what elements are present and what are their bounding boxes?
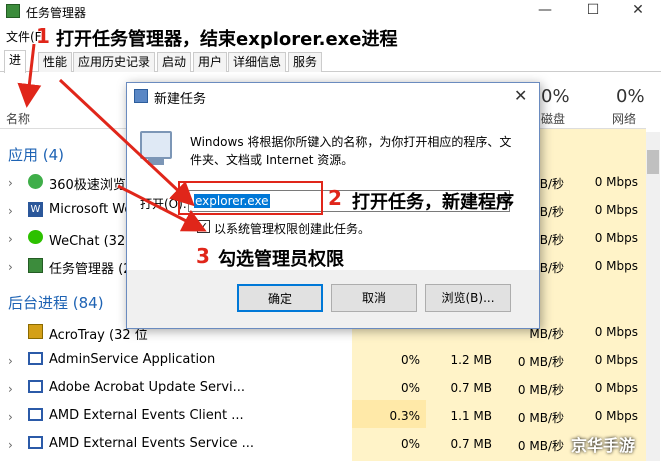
dialog-title: 新建任务 (154, 92, 207, 107)
expand-chevron-icon[interactable]: › (8, 382, 13, 396)
section-background[interactable]: 后台进程 (84) (8, 292, 104, 313)
process-row-name[interactable]: Adobe Acrobat Update Servi... (49, 380, 245, 395)
expand-chevron-icon[interactable]: › (8, 232, 13, 246)
section-apps[interactable]: 应用 (4) (8, 144, 64, 165)
expand-chevron-icon[interactable]: › (8, 204, 13, 218)
expand-chevron-icon[interactable]: › (8, 438, 13, 452)
annotation-step2: 打开任务，新建程序 (352, 192, 514, 213)
column-network-percent[interactable]: 0% (616, 86, 645, 107)
tab-users[interactable]: 用户 (193, 52, 228, 72)
cpu-value: 0% (400, 381, 420, 395)
memory-value: 0.7 MB (450, 381, 492, 395)
tab-details[interactable]: 详细信息 (228, 52, 287, 72)
highlight-box (178, 181, 323, 215)
annotation-step1-number: 1 (36, 24, 50, 48)
expand-chevron-icon[interactable]: › (8, 410, 13, 424)
memory-value: 0.7 MB (450, 437, 492, 451)
tab-performance[interactable]: 性能 (38, 52, 73, 72)
scrollbar-thumb[interactable] (647, 150, 659, 174)
expand-chevron-icon[interactable]: › (8, 260, 13, 274)
computer-stand-icon (148, 159, 164, 165)
expand-chevron-icon[interactable]: › (8, 176, 13, 190)
column-name[interactable]: 名称 (6, 110, 30, 127)
process-row-name[interactable]: AMD External Events Client ... (49, 408, 244, 423)
process-row-name[interactable]: AdminService Application (49, 352, 215, 367)
disk-value: 0 MB/秒 (517, 355, 564, 369)
cancel-button[interactable]: 取消 (331, 284, 417, 312)
network-value: 0 Mbps (594, 231, 638, 245)
scrollbar[interactable] (646, 132, 660, 461)
wechat-icon (28, 230, 43, 244)
annotation-step3: 勾选管理员权限 (218, 249, 344, 270)
disk-value: 0 MB/秒 (517, 411, 564, 425)
close-button[interactable]: ✕ (615, 0, 661, 22)
column-network[interactable]: 网络 (612, 110, 636, 127)
360-browser-icon (28, 174, 43, 189)
maximize-button[interactable]: ☐ (570, 0, 616, 22)
task-manager-icon (28, 258, 43, 273)
run-icon (134, 89, 148, 103)
service-icon (28, 352, 43, 365)
browse-button[interactable]: 浏览(B)... (425, 284, 511, 312)
network-value: 0 Mbps (594, 175, 638, 189)
app-row-name[interactable]: Microsoft Wo (49, 202, 132, 217)
tab-processes[interactable]: 进 (4, 50, 27, 73)
memory-value: 1.1 MB (450, 409, 492, 423)
watermark: 京华手游 (571, 436, 636, 455)
cpu-value: 0% (400, 353, 420, 367)
service-icon (28, 408, 43, 421)
column-disk-percent[interactable]: 0% (541, 86, 570, 107)
service-icon (28, 380, 43, 393)
computer-icon (140, 131, 172, 159)
expand-chevron-icon[interactable]: › (8, 354, 13, 368)
annotation-step2-number: 2 (328, 186, 342, 210)
admin-checkbox[interactable]: ✓ (197, 220, 210, 233)
acrotray-icon (28, 324, 43, 339)
network-value: 0 Mbps (594, 353, 638, 367)
word-icon: W (28, 202, 43, 217)
disk-value: 0 MB/秒 (517, 383, 564, 397)
service-icon (28, 436, 43, 449)
network-value: 0 Mbps (594, 203, 638, 217)
tab-app-history[interactable]: 应用历史记录 (73, 52, 156, 72)
app-row-name[interactable]: 任务管理器 (2) (49, 258, 137, 277)
network-value: 0 Mbps (594, 325, 638, 339)
annotation-step3-number: 3 (196, 244, 210, 268)
memory-value: 1.2 MB (450, 353, 492, 367)
dialog-close-button[interactable]: ✕ (514, 86, 527, 105)
column-disk[interactable]: 磁盘 (541, 110, 565, 127)
dialog-description: Windows 将根据你所键入的名称，为你打开相应的程序、文件夹、文档或 Int… (190, 135, 512, 167)
tab-services[interactable]: 服务 (288, 52, 323, 72)
network-value: 0 Mbps (594, 381, 638, 395)
process-row-name[interactable]: AMD External Events Service ... (49, 436, 254, 451)
network-value: 0 Mbps (594, 259, 638, 273)
cpu-value: 0% (400, 437, 420, 451)
admin-checkbox-label[interactable]: 以系统管理权限创建此任务。 (214, 220, 370, 237)
network-value: 0 Mbps (594, 409, 638, 423)
annotation-step1: 打开任务管理器，结束explorer.exe进程 (56, 29, 398, 50)
task-manager-icon (6, 4, 20, 18)
cpu-value: 0.3% (389, 409, 421, 423)
tab-startup[interactable]: 启动 (157, 52, 192, 72)
minimize-button[interactable]: — (522, 0, 568, 22)
ok-button[interactable]: 确定 (237, 284, 323, 312)
disk-value: 0 MB/秒 (517, 439, 564, 453)
window-title: 任务管理器 (26, 6, 87, 20)
